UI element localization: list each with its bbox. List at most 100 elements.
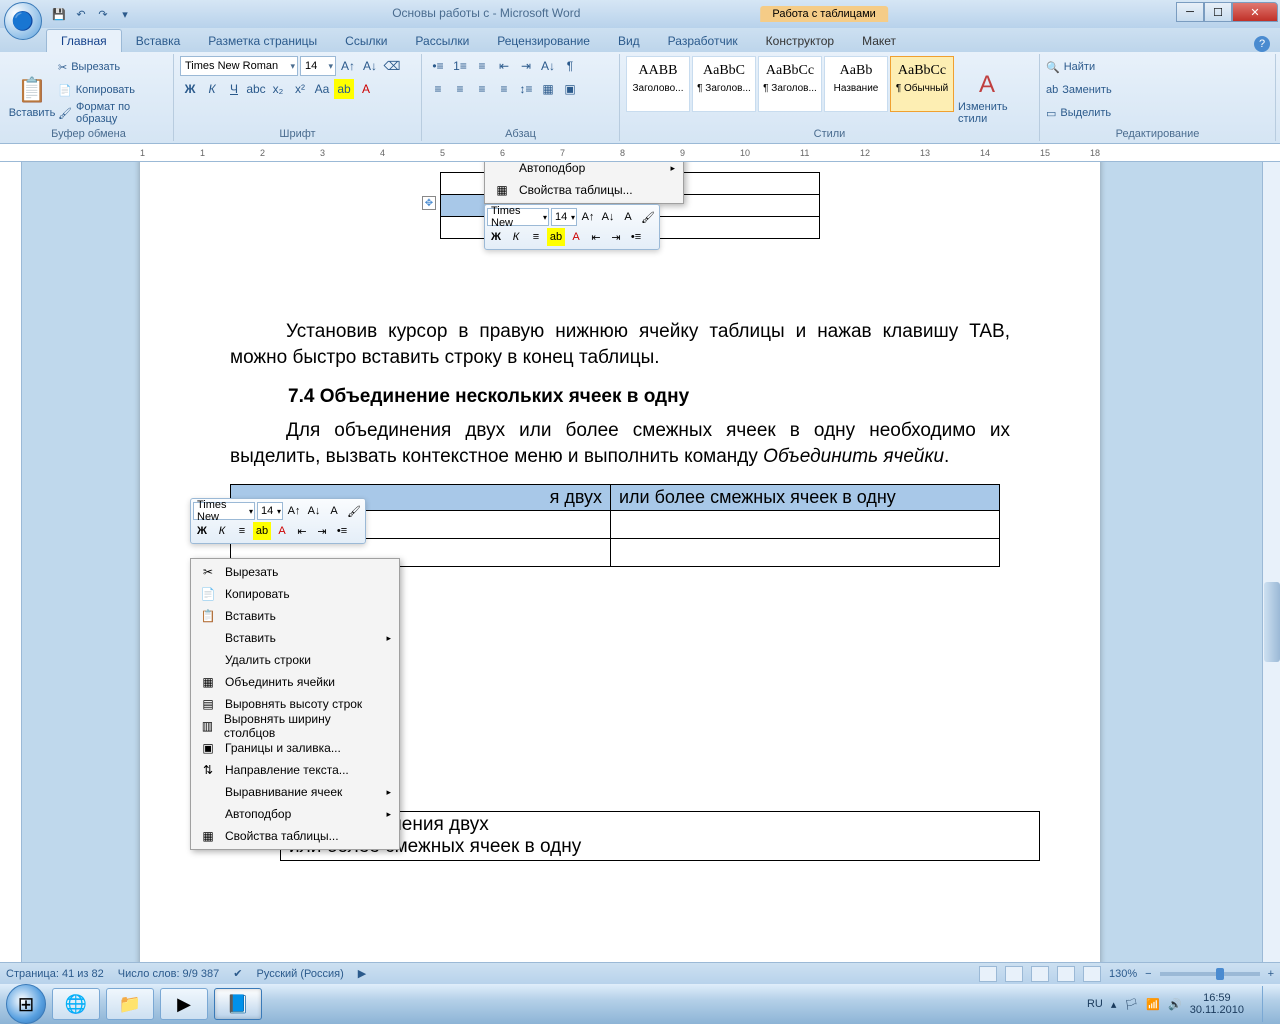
grow-font-icon[interactable]: A↑ (338, 56, 358, 76)
scroll-thumb[interactable] (1264, 582, 1280, 662)
mini2-indent-dec-icon[interactable]: ⇤ (293, 522, 311, 540)
font-color-icon[interactable]: A (356, 79, 376, 99)
strike-icon[interactable]: abc (246, 79, 266, 99)
show-desktop-button[interactable] (1262, 986, 1274, 1022)
tab-mailings[interactable]: Рассылки (401, 30, 483, 52)
paste-button[interactable]: 📋 Вставить (10, 56, 54, 139)
mini-grow-font-icon[interactable]: A↑ (579, 208, 597, 226)
start-button[interactable]: ⊞ (6, 984, 46, 1024)
tab-references[interactable]: Ссылки (331, 30, 401, 52)
mini-font-color-icon[interactable]: A (567, 228, 585, 246)
ctx-text-direction[interactable]: ⇅Направление текста... (193, 759, 397, 781)
multilevel-icon[interactable]: ≡ (472, 56, 492, 76)
zoom-slider[interactable] (1160, 972, 1260, 976)
mini2-font-combo[interactable]: Times New (193, 502, 255, 520)
view-print-layout[interactable] (979, 966, 997, 982)
change-styles-button[interactable]: A Изменить стили (958, 56, 1016, 139)
mini-indent-dec-icon[interactable]: ⇤ (587, 228, 605, 246)
highlight-icon[interactable]: ab (334, 79, 354, 99)
mini-center-icon[interactable]: ≡ (527, 228, 545, 246)
mini-styles-icon[interactable]: A (619, 208, 637, 226)
zoom-out-icon[interactable]: − (1145, 968, 1151, 980)
mini-shrink-font-icon[interactable]: A↓ (599, 208, 617, 226)
mini2-shrink-font-icon[interactable]: A↓ (305, 502, 323, 520)
mini-format-painter-icon[interactable]: 🖌 (639, 208, 657, 226)
ctx-props-top[interactable]: ▦Свойства таблицы... (487, 179, 681, 201)
close-button[interactable]: ✕ (1232, 2, 1278, 22)
underline-icon[interactable]: Ч (224, 79, 244, 99)
vertical-scrollbar[interactable] (1262, 162, 1280, 968)
borders-icon[interactable]: ▣ (560, 79, 580, 99)
bold-icon[interactable]: Ж (180, 79, 200, 99)
ctx-table-props[interactable]: ▦Свойства таблицы... (193, 825, 397, 847)
tab-page-layout[interactable]: Разметка страницы (194, 30, 331, 52)
tray-volume-icon[interactable]: 🔊 (1168, 998, 1182, 1011)
ctx-autofit[interactable]: Автоподбор▸ (193, 803, 397, 825)
style-heading2[interactable]: AaBbC¶ Заголов... (692, 56, 756, 112)
mini-bold-icon[interactable]: Ж (487, 228, 505, 246)
mini-highlight-icon[interactable]: ab (547, 228, 565, 246)
redo-icon[interactable]: ↷ (94, 5, 112, 23)
find-button[interactable]: 🔍 Найти (1046, 56, 1112, 78)
status-page[interactable]: Страница: 41 из 82 (6, 968, 104, 980)
mini2-center-icon[interactable]: ≡ (233, 522, 251, 540)
cut-button[interactable]: ✂ Вырезать (58, 56, 167, 78)
taskbar-explorer[interactable]: 📁 (106, 988, 154, 1020)
help-icon[interactable]: ? (1254, 36, 1270, 52)
mini2-font-color-icon[interactable]: A (273, 522, 291, 540)
view-draft[interactable] (1083, 966, 1101, 982)
view-full-screen[interactable] (1005, 966, 1023, 982)
tray-flag-icon[interactable]: 🏳 (1124, 998, 1138, 1011)
status-proofing-icon[interactable]: ✔ (233, 967, 242, 980)
maximize-button[interactable]: ☐ (1204, 2, 1232, 22)
style-heading3[interactable]: AaBbCc¶ Заголов... (758, 56, 822, 112)
mini2-size-combo[interactable]: 14 (257, 502, 283, 520)
mini2-grow-font-icon[interactable]: A↑ (285, 502, 303, 520)
view-outline[interactable] (1057, 966, 1075, 982)
indent-inc-icon[interactable]: ⇥ (516, 56, 536, 76)
shrink-font-icon[interactable]: A↓ (360, 56, 380, 76)
align-left-icon[interactable]: ≡ (428, 79, 448, 99)
align-center-icon[interactable]: ≡ (450, 79, 470, 99)
mini-italic-icon[interactable]: К (507, 228, 525, 246)
style-gallery[interactable]: ААВВЗаголово... AaBbC¶ Заголов... AaBbCc… (626, 56, 954, 139)
mini2-bullets-icon[interactable]: •≡ (333, 522, 351, 540)
ctx-merge-cells[interactable]: ▦Объединить ячейки (193, 671, 397, 693)
align-right-icon[interactable]: ≡ (472, 79, 492, 99)
tray-network-icon[interactable]: 📶 (1146, 998, 1160, 1011)
status-macro-icon[interactable]: ▶ (358, 967, 366, 980)
ctx-even-width[interactable]: ▥Выровнять ширину столбцов (193, 715, 397, 737)
copy-button[interactable]: 📄 Копировать (58, 79, 167, 101)
style-heading1[interactable]: ААВВЗаголово... (626, 56, 690, 112)
mini2-indent-inc-icon[interactable]: ⇥ (313, 522, 331, 540)
tab-home[interactable]: Главная (46, 29, 122, 52)
zoom-in-icon[interactable]: + (1268, 968, 1274, 980)
vertical-ruler[interactable] (0, 162, 22, 968)
view-web[interactable] (1031, 966, 1049, 982)
clear-format-icon[interactable]: ⌫ (382, 56, 402, 76)
ctx-cell-alignment[interactable]: Выравнивание ячеек▸ (193, 781, 397, 803)
line-spacing-icon[interactable]: ↕≡ (516, 79, 536, 99)
tray-expand-icon[interactable]: ▴ (1111, 998, 1117, 1011)
italic-icon[interactable]: К (202, 79, 222, 99)
zoom-value[interactable]: 130% (1109, 968, 1137, 980)
horizontal-ruler[interactable]: 112345678910111213141518 (0, 144, 1280, 162)
status-words[interactable]: Число слов: 9/9 387 (118, 968, 220, 980)
show-marks-icon[interactable]: ¶ (560, 56, 580, 76)
mini-font-combo[interactable]: Times New (487, 208, 549, 226)
status-language[interactable]: Русский (Россия) (256, 968, 343, 980)
mini2-bold-icon[interactable]: Ж (193, 522, 211, 540)
font-size-combo[interactable]: 14 (300, 56, 336, 76)
numbering-icon[interactable]: 1≡ (450, 56, 470, 76)
justify-icon[interactable]: ≡ (494, 79, 514, 99)
zoom-slider-thumb[interactable] (1216, 968, 1224, 980)
mini-indent-inc-icon[interactable]: ⇥ (607, 228, 625, 246)
change-case-icon[interactable]: Aa (312, 79, 332, 99)
bullets-icon[interactable]: •≡ (428, 56, 448, 76)
mini2-italic-icon[interactable]: К (213, 522, 231, 540)
mini2-styles-icon[interactable]: A (325, 502, 343, 520)
tab-view[interactable]: Вид (604, 30, 654, 52)
minimize-button[interactable]: ─ (1176, 2, 1204, 22)
ctx-insert[interactable]: Вставить▸ (193, 627, 397, 649)
tray-clock[interactable]: 16:59 30.11.2010 (1190, 992, 1244, 1016)
